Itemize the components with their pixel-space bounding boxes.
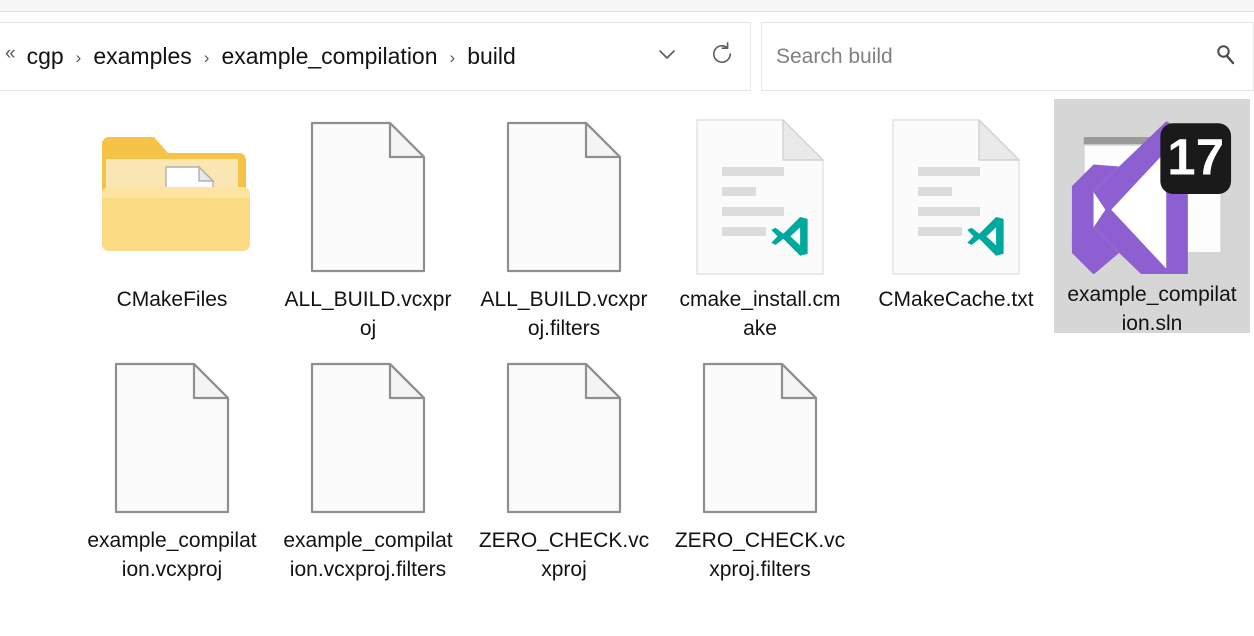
- file-item-cmakefiles[interactable]: CMakeFiles: [74, 99, 270, 343]
- window-chrome-strip: [0, 0, 1254, 12]
- breadcrumb-item-build[interactable]: build: [462, 45, 521, 68]
- blank-document-icon: [482, 355, 647, 520]
- file-item-cmakecache-txt[interactable]: CMakeCache.txt: [858, 99, 1054, 343]
- folder-icon: [90, 114, 255, 279]
- file-name: ALL_BUILD.vcxproj.filters: [480, 288, 648, 340]
- vscode-document-icon: [678, 114, 843, 279]
- file-item-zero-check-vcxproj[interactable]: ZERO_CHECK.vcxproj: [466, 340, 662, 584]
- file-name: ZERO_CHECK.vcxproj.filters: [674, 529, 846, 581]
- breadcrumb-overflow-icon[interactable]: «: [3, 44, 22, 63]
- file-name: example_compilation.sln: [1067, 283, 1237, 335]
- file-item-all-build-vcxproj[interactable]: ALL_BUILD.vcxproj: [270, 99, 466, 343]
- address-bar[interactable]: « cgp › examples › example_compilation ›…: [0, 22, 751, 91]
- file-item-cmake-install-cmake[interactable]: cmake_install.cmake: [662, 99, 858, 343]
- breadcrumb-item-cgp[interactable]: cgp: [22, 45, 69, 68]
- search-input[interactable]: [762, 43, 1197, 70]
- file-name: ALL_BUILD.vcxproj: [284, 288, 452, 340]
- chevron-down-icon: [654, 41, 680, 72]
- search-button[interactable]: [1197, 23, 1253, 90]
- file-item-all-build-vcxproj-filters[interactable]: ALL_BUILD.vcxproj.filters: [466, 99, 662, 343]
- blank-document-icon: [482, 114, 647, 279]
- file-name: CMakeFiles: [116, 288, 228, 311]
- blank-document-icon: [90, 355, 255, 520]
- vscode-document-icon: [874, 114, 1039, 279]
- blank-document-icon: [286, 114, 451, 279]
- version-badge-text: 17: [1167, 128, 1224, 185]
- blank-document-icon: [678, 355, 843, 520]
- refresh-button[interactable]: [694, 23, 750, 90]
- breadcrumb[interactable]: « cgp › examples › example_compilation ›…: [0, 44, 640, 68]
- breadcrumb-item-examples[interactable]: examples: [88, 45, 196, 68]
- file-grid: CMakeFiles ALL_BUILD.vcxproj ALL_BUILD.v…: [0, 99, 1254, 636]
- file-item-example-compilation-sln[interactable]: 17 example_compilation.sln: [1054, 99, 1250, 335]
- breadcrumb-separator-icon: ›: [75, 48, 82, 67]
- file-grid-row: example_compilation.vcxproj example_comp…: [0, 340, 1254, 584]
- file-item-example-compilation-vcxproj-filters[interactable]: example_compilation.vcxproj.filters: [270, 340, 466, 584]
- search-box[interactable]: [761, 22, 1254, 91]
- search-icon: [1212, 41, 1238, 72]
- file-name: example_compilation.vcxproj: [87, 529, 257, 581]
- file-name: CMakeCache.txt: [878, 288, 1034, 311]
- file-name: cmake_install.cmake: [679, 288, 841, 340]
- blank-document-icon: [286, 355, 451, 520]
- address-bar-row: « cgp › examples › example_compilation ›…: [0, 22, 1254, 91]
- breadcrumb-separator-icon: ›: [449, 48, 456, 67]
- refresh-icon: [708, 40, 736, 73]
- address-dropdown-button[interactable]: [640, 23, 694, 90]
- file-name: ZERO_CHECK.vcxproj: [478, 529, 650, 581]
- version-badge: 17: [1159, 123, 1231, 194]
- file-grid-row: CMakeFiles ALL_BUILD.vcxproj ALL_BUILD.v…: [0, 99, 1254, 343]
- visual-studio-solution-icon: 17: [1070, 114, 1235, 274]
- file-item-zero-check-vcxproj-filters[interactable]: ZERO_CHECK.vcxproj.filters: [662, 340, 858, 584]
- breadcrumb-separator-icon: ›: [203, 48, 210, 67]
- file-name: example_compilation.vcxproj.filters: [283, 529, 453, 581]
- file-item-example-compilation-vcxproj[interactable]: example_compilation.vcxproj: [74, 340, 270, 584]
- breadcrumb-item-example-compilation[interactable]: example_compilation: [216, 45, 442, 68]
